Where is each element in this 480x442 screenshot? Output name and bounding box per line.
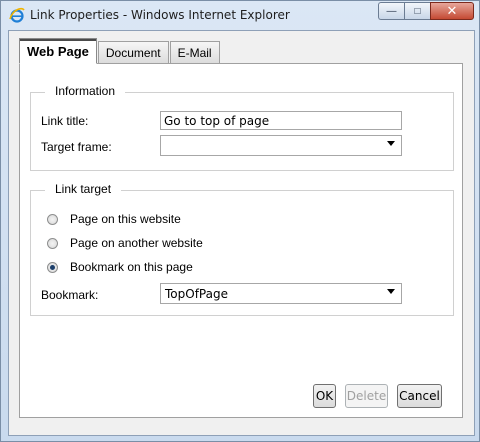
link-target-legend: Link target — [45, 182, 122, 196]
ok-button[interactable]: OK — [313, 384, 336, 408]
link-title-input[interactable]: Go to top of page — [160, 111, 402, 130]
bookmark-value: TopOfPage — [165, 286, 228, 301]
bookmark-select[interactable]: TopOfPage — [160, 283, 402, 304]
dialog-window: Link Properties - Windows Internet Explo… — [0, 0, 480, 442]
window-controls: — □ ✕ — [378, 2, 474, 21]
maximize-button[interactable]: □ — [404, 2, 430, 20]
title-bar[interactable]: Link Properties - Windows Internet Explo… — [1, 1, 479, 29]
radio-button[interactable] — [47, 213, 58, 225]
chevron-down-icon — [387, 141, 395, 146]
internet-explorer-icon — [9, 7, 25, 23]
radio-option-bookmark-on-this-page[interactable]: Bookmark on this page — [47, 260, 193, 274]
radio-label: Page on another website — [70, 236, 203, 250]
tab-e-mail[interactable]: E-Mail — [169, 41, 220, 63]
radio-label: Bookmark on this page — [70, 260, 193, 274]
chevron-down-icon — [387, 289, 395, 294]
tab-document[interactable]: Document — [97, 41, 169, 63]
close-button[interactable]: ✕ — [430, 2, 474, 20]
tab-web-page[interactable]: Web Page — [19, 38, 97, 64]
radio-button[interactable] — [47, 237, 58, 249]
information-group: Information Link title: Go to top of pag… — [30, 84, 454, 171]
link-title-label: Link title: — [41, 114, 89, 128]
target-frame-select[interactable] — [160, 135, 402, 156]
delete-button[interactable]: Delete — [345, 384, 388, 408]
tab-strip: Web Page Document E-Mail — [19, 38, 221, 64]
window-title: Link Properties - Windows Internet Explo… — [30, 8, 290, 22]
cancel-button[interactable]: Cancel — [397, 384, 442, 408]
minimize-button[interactable]: — — [378, 2, 404, 20]
link-target-group: Link target Page on this website Page on… — [30, 182, 454, 316]
information-legend: Information — [45, 84, 126, 98]
bookmark-label: Bookmark: — [41, 288, 99, 302]
radio-button-selected[interactable] — [47, 261, 58, 273]
web-page-panel: Information Link title: Go to top of pag… — [19, 63, 463, 418]
radio-option-page-on-another-website[interactable]: Page on another website — [47, 236, 203, 250]
radio-option-page-on-this-website[interactable]: Page on this website — [47, 212, 181, 226]
dialog-body: Web Page Document E-Mail Information Lin… — [8, 30, 475, 436]
radio-label: Page on this website — [70, 212, 181, 226]
target-frame-label: Target frame: — [41, 140, 112, 154]
